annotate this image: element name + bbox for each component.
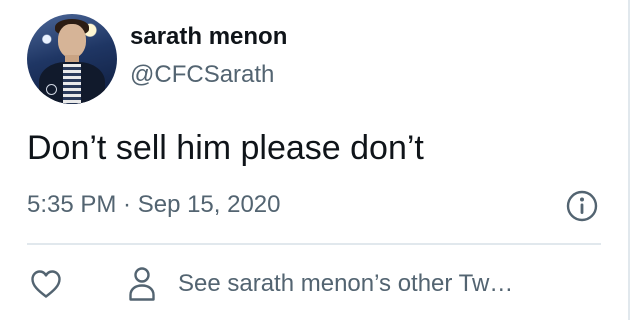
divider <box>27 243 601 245</box>
avatar-jacket-logo <box>46 84 57 95</box>
avatar-shirt <box>63 64 81 104</box>
see-other-tweets-label: See sarath menon’s other Tw… <box>178 270 514 297</box>
author-handle[interactable]: @CFCSarath <box>130 61 274 89</box>
tweet-timestamp[interactable]: 5:35 PM · Sep 15, 2020 <box>27 190 281 220</box>
info-icon[interactable] <box>566 190 598 222</box>
author-display-name[interactable]: sarath menon <box>130 23 287 51</box>
tweet-card: sarath menon @CFCSarath Don’t sell him p… <box>0 0 630 320</box>
avatar-face <box>58 24 86 58</box>
person-icon <box>129 267 155 301</box>
avatar[interactable] <box>27 14 117 104</box>
tweet-text: Don’t sell him please don’t <box>27 129 424 167</box>
see-other-tweets-link[interactable]: See sarath menon’s other Tw… <box>128 264 513 304</box>
heart-icon[interactable] <box>30 269 62 299</box>
